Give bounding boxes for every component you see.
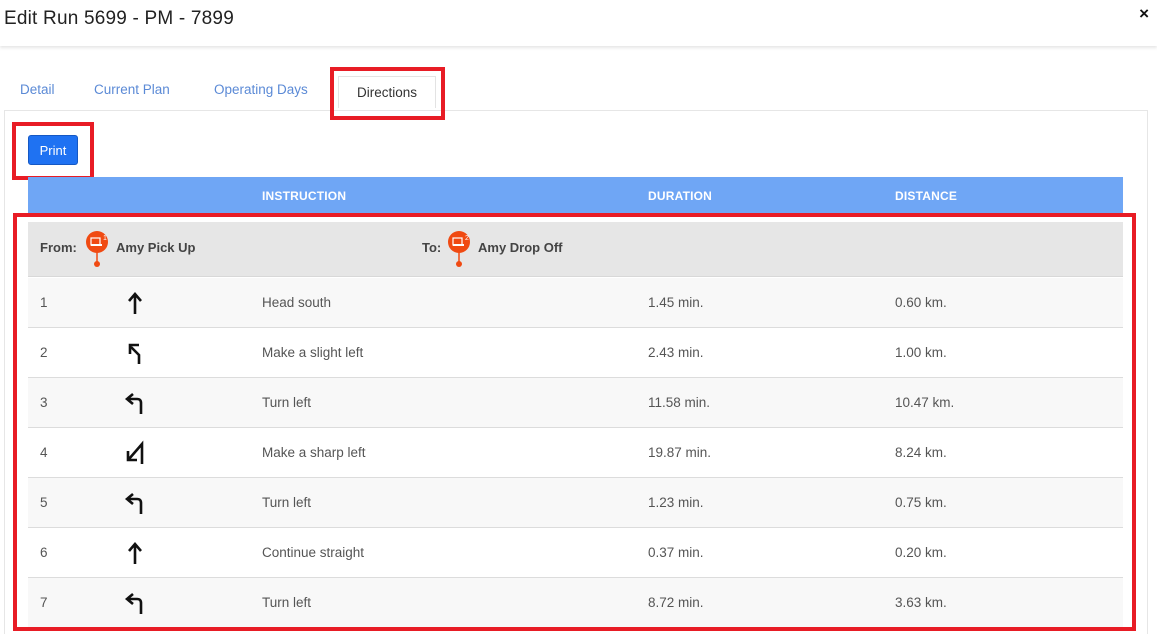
highlight-box-table	[13, 213, 1136, 631]
modal-title: Edit Run 5699 - PM - 7899	[4, 8, 234, 29]
column-header-duration: DURATION	[648, 189, 713, 203]
modal-header: Edit Run 5699 - PM - 7899 ×	[0, 0, 1157, 46]
column-header-distance: DISTANCE	[895, 189, 958, 203]
column-header-instruction: INSTRUCTION	[262, 189, 347, 203]
table-header: INSTRUCTION DURATION DISTANCE	[28, 177, 1123, 213]
tab-bar: Detail Current Plan Operating Days Direc…	[4, 70, 1154, 110]
tab-detail[interactable]: Detail	[20, 82, 55, 97]
tab-current-plan[interactable]: Current Plan	[94, 82, 170, 97]
close-button[interactable]: ×	[1139, 4, 1149, 24]
tab-operating-days[interactable]: Operating Days	[214, 82, 308, 97]
highlight-box-print	[12, 122, 94, 180]
highlight-box-tab	[330, 67, 445, 120]
